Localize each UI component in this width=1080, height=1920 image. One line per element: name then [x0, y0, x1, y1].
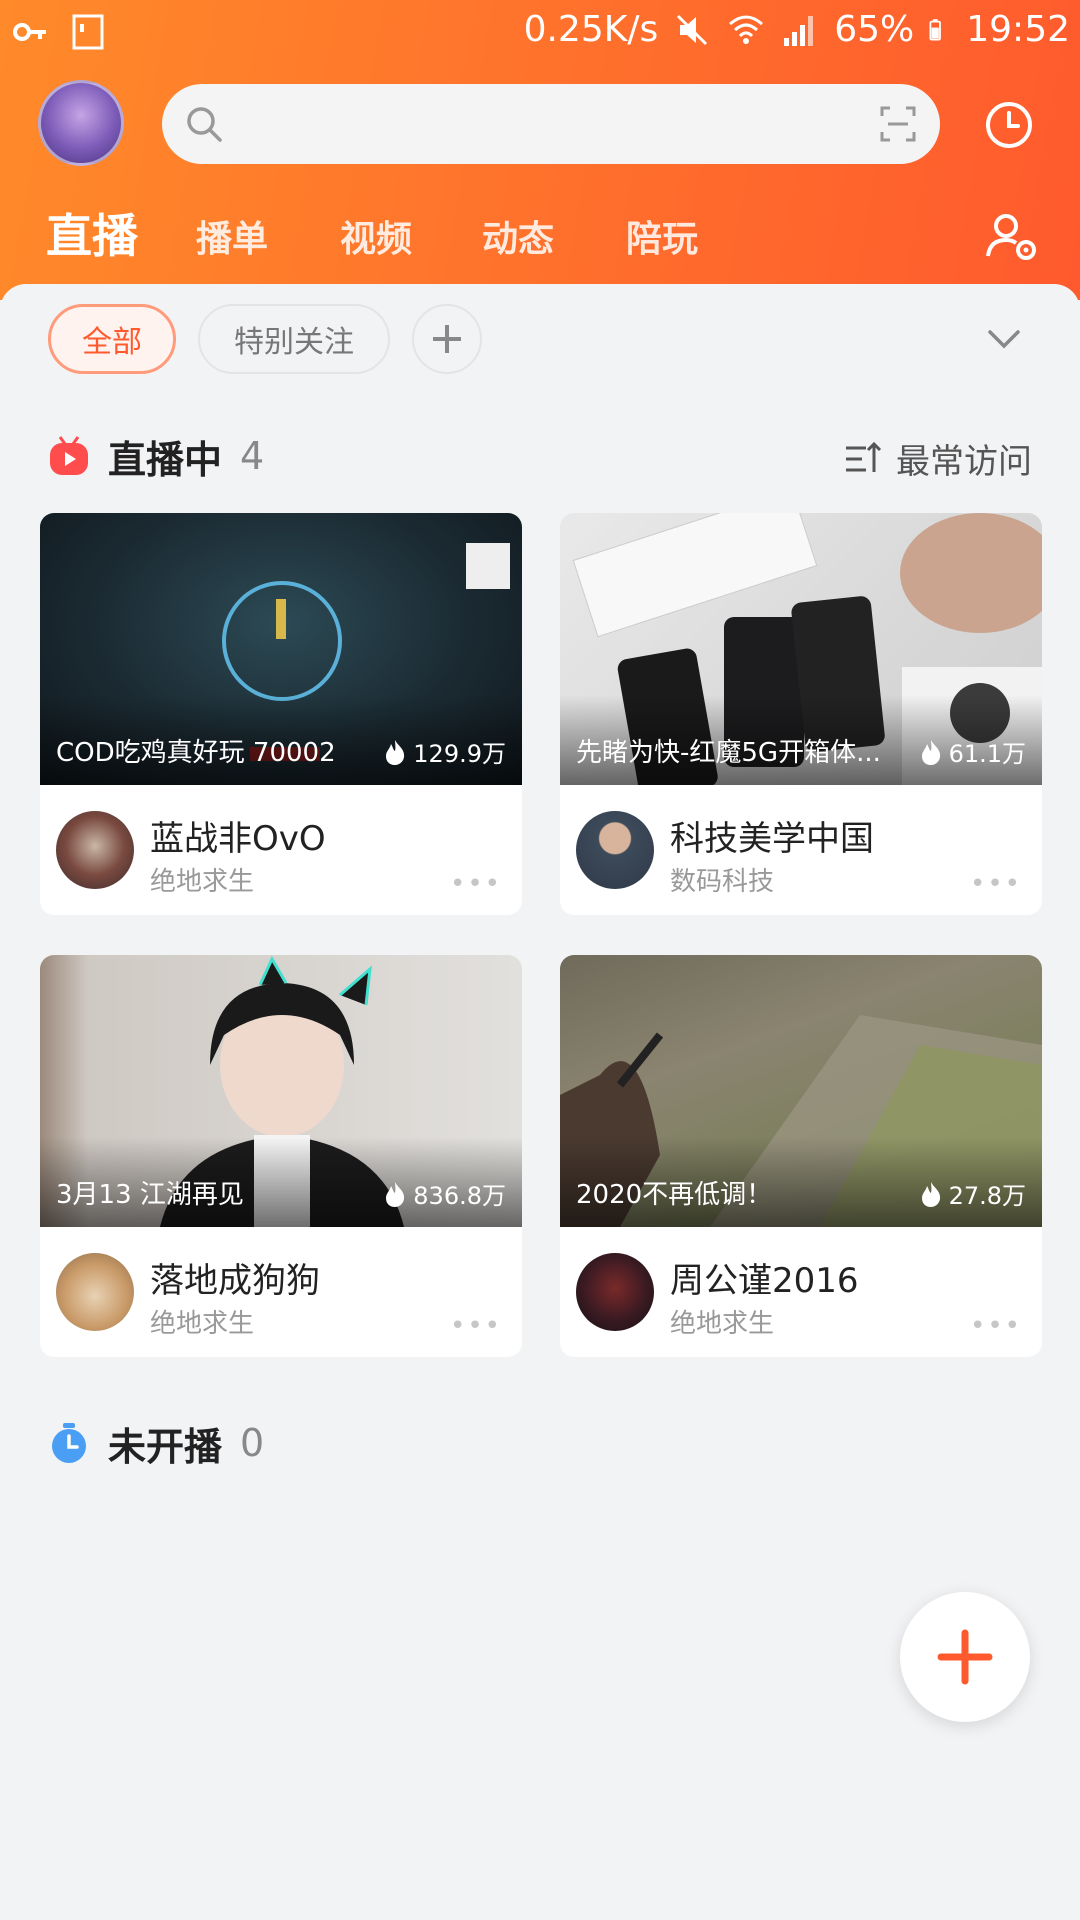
- sort-icon: [846, 441, 882, 472]
- offline-section-header: 未开播 0: [48, 1418, 265, 1469]
- history-icon[interactable]: [984, 100, 1034, 150]
- streamer-info: 落地成狗狗 绝地求生 •••: [40, 1227, 522, 1357]
- more-icon[interactable]: •••: [450, 869, 502, 899]
- tab-companion[interactable]: 陪玩: [626, 210, 698, 262]
- stream-thumbnail: 3月13 江湖再见 836.8万: [40, 955, 522, 1227]
- sim-icon: [72, 14, 104, 50]
- battery-icon: [929, 19, 942, 41]
- fire-icon: [386, 1181, 405, 1207]
- fire-icon: [386, 739, 405, 765]
- heat-value: 27.8万: [948, 1182, 1026, 1210]
- clock: 19:52: [966, 9, 1070, 50]
- top-tabs: 直播 播单 视频 动态 陪玩: [0, 200, 1080, 270]
- search-icon: [187, 107, 222, 142]
- fire-icon: [921, 739, 940, 765]
- streamer-name: 蓝战非OvO: [150, 819, 326, 859]
- heat-count: 27.8万: [919, 1176, 1026, 1211]
- tab-playlist[interactable]: 播单: [196, 210, 268, 262]
- sort-label: 最常访问: [896, 442, 1032, 482]
- user-avatar[interactable]: [38, 80, 124, 166]
- heat-count: 836.8万: [383, 1176, 506, 1211]
- net-speed: 0.25K/s: [523, 9, 659, 50]
- add-filter-button[interactable]: [412, 304, 482, 374]
- chip-all[interactable]: 全部: [48, 304, 176, 374]
- streamer-avatar[interactable]: [576, 811, 654, 889]
- live-section-title: 直播中: [108, 437, 223, 482]
- heat-count: 61.1万: [919, 734, 1026, 769]
- scan-icon[interactable]: [878, 104, 918, 144]
- live-card[interactable]: 3月13 江湖再见 836.8万 落地成狗狗 绝地求生 •••: [40, 955, 522, 1357]
- fire-icon: [921, 1181, 940, 1207]
- tab-video[interactable]: 视频: [340, 210, 412, 262]
- add-follow-button[interactable]: [900, 1592, 1030, 1722]
- signal-icon: [784, 16, 814, 46]
- heat-value: 129.9万: [413, 740, 506, 768]
- live-card[interactable]: 先睹为快-红魔5G开箱体... 61.1万 科技美学中国 数码科技 •••: [560, 513, 1042, 915]
- key-icon: [13, 23, 46, 41]
- stream-title: 3月13 江湖再见: [56, 1180, 244, 1210]
- more-icon[interactable]: •••: [450, 1311, 502, 1341]
- mute-icon: [677, 14, 708, 46]
- search-bar[interactable]: [162, 84, 940, 164]
- streamer-info: 周公谨2016 绝地求生 •••: [560, 1227, 1042, 1357]
- tab-live[interactable]: 直播: [46, 200, 138, 266]
- live-tv-icon: [50, 436, 88, 475]
- heat-value: 836.8万: [413, 1182, 506, 1210]
- heat-value: 61.1万: [948, 740, 1026, 768]
- live-card[interactable]: COD吃鸡真好玩 70002 129.9万 蓝战非OvO 绝地求生 •••: [40, 513, 522, 915]
- chevron-down-icon[interactable]: [984, 318, 1024, 358]
- streamer-avatar[interactable]: [576, 1253, 654, 1331]
- plus-icon: [937, 1629, 993, 1685]
- offline-section-title: 未开播: [108, 1424, 223, 1469]
- streamer-name: 科技美学中国: [670, 819, 874, 859]
- wifi-icon: [729, 15, 764, 44]
- stream-title: 先睹为快-红魔5G开箱体...: [576, 738, 881, 768]
- streamer-name: 落地成狗狗: [150, 1261, 320, 1301]
- stream-thumbnail: 2020不再低调！ 27.8万: [560, 955, 1042, 1227]
- battery-percent: 65%: [834, 9, 915, 50]
- streamer-name: 周公谨2016: [670, 1261, 859, 1301]
- stream-category: 数码科技: [670, 867, 775, 897]
- more-icon[interactable]: •••: [970, 869, 1022, 899]
- stream-title: 2020不再低调！: [576, 1180, 773, 1210]
- tab-feed[interactable]: 动态: [482, 210, 554, 262]
- streamer-avatar[interactable]: [56, 811, 134, 889]
- stream-thumbnail: 先睹为快-红魔5G开箱体... 61.1万: [560, 513, 1042, 785]
- plus-icon: [433, 325, 461, 353]
- follow-settings-icon[interactable]: [984, 208, 1040, 264]
- app-header: 0.25K/s 65% 19:52 直播 播单 视频 动态 陪玩: [0, 0, 1080, 300]
- live-card[interactable]: 2020不再低调！ 27.8万 周公谨2016 绝地求生 •••: [560, 955, 1042, 1357]
- streamer-avatar[interactable]: [56, 1253, 134, 1331]
- status-bar: 0.25K/s 65% 19:52: [0, 0, 1080, 64]
- stream-category: 绝地求生: [150, 1309, 255, 1339]
- live-section-header: 直播中 4: [48, 431, 265, 482]
- stream-title: COD吃鸡真好玩 70002: [56, 738, 336, 768]
- offline-section-count: 0: [240, 1421, 265, 1465]
- stream-category: 绝地求生: [150, 867, 255, 897]
- live-section-count: 4: [240, 434, 265, 478]
- sort-button[interactable]: 最常访问: [844, 434, 1032, 483]
- chip-special-follow[interactable]: 特别关注: [198, 304, 390, 374]
- streamer-info: 蓝战非OvO 绝地求生 •••: [40, 785, 522, 915]
- alarm-clock-icon: [52, 1423, 86, 1463]
- stream-thumbnail: COD吃鸡真好玩 70002 129.9万: [40, 513, 522, 785]
- heat-count: 129.9万: [383, 734, 506, 769]
- streamer-info: 科技美学中国 数码科技 •••: [560, 785, 1042, 915]
- more-icon[interactable]: •••: [970, 1311, 1022, 1341]
- stream-category: 绝地求生: [670, 1309, 775, 1339]
